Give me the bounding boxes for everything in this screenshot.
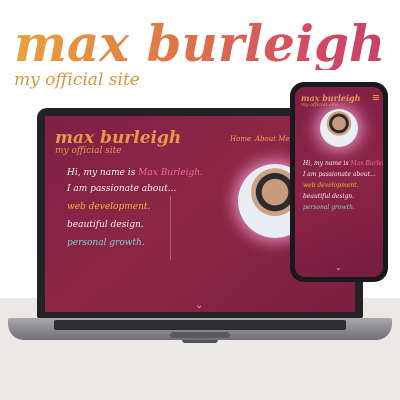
greeting-line: Hi, my name is Max Burleigh. (67, 168, 203, 178)
phone-interest-personal-growth: personal growth. (303, 204, 355, 211)
nav-about-link[interactable]: About Me (255, 135, 290, 143)
greeting-name: Max Burleigh. (138, 168, 203, 178)
interest-personal-growth: personal growth. (67, 238, 145, 248)
phone-chevron-down-icon[interactable]: ⌄ (335, 263, 342, 272)
content-divider (170, 196, 171, 260)
laptop-touchpad (170, 332, 230, 338)
passion-line: I am passionate about... (67, 184, 177, 194)
phone-interest-web-development: web development. (303, 182, 359, 189)
chevron-down-icon[interactable]: ⌄ (195, 300, 203, 311)
brand-subtitle: my official site (14, 70, 140, 90)
brand-title: max burleigh (14, 14, 386, 73)
phone-site-logo-subtitle: my official site (301, 102, 339, 108)
interest-web-development: web development. (67, 202, 151, 212)
interest-beautiful-design: beautiful design. (67, 220, 144, 230)
phone-greeting-line: Hi, my name is Max Burleigh. (303, 160, 383, 167)
phone-greeting-name: Max Burleigh. (350, 160, 383, 167)
menu-icon[interactable] (373, 95, 379, 96)
laptop-keyboard (54, 320, 346, 330)
site-logo[interactable]: max burleigh (55, 128, 181, 148)
phone-passion-line: I am passionate about... (303, 171, 376, 178)
nav-home-link[interactable]: Home (230, 135, 251, 143)
phone-interest-beautiful-design: beautiful design. (303, 193, 355, 200)
greeting-prefix: Hi, my name is (67, 168, 139, 178)
site-logo-subtitle: my official site (55, 146, 122, 156)
phone-screen: max burleigh my official site Hi, my nam… (295, 87, 383, 277)
phone-profile-photo (320, 109, 358, 147)
phone-greeting-prefix: Hi, my name is (303, 160, 351, 167)
laptop-notch (182, 340, 218, 343)
